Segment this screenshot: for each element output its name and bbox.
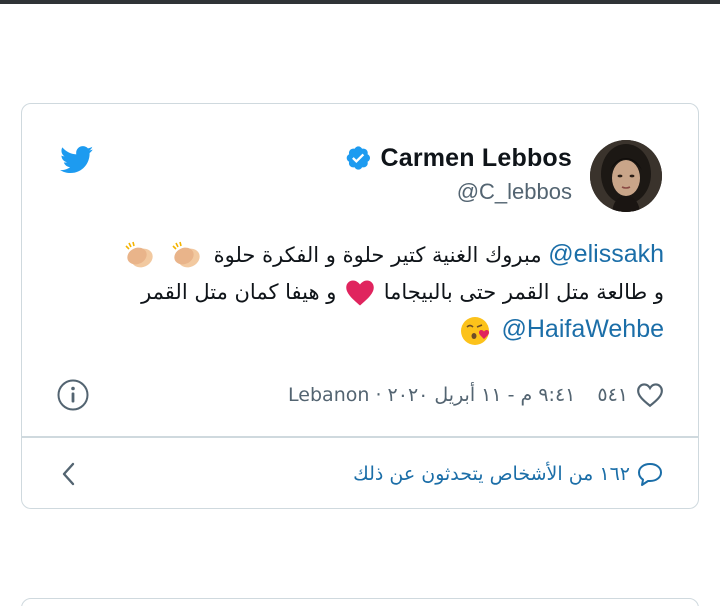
author-display-name[interactable]: Carmen Lebbos (380, 144, 572, 173)
like-count[interactable]: ٥٤١ (597, 384, 628, 406)
replies-text[interactable]: ١٦٢ من الأشخاص يتحدثون عن ذلك (353, 463, 630, 485)
tweet-line-2-text-before: و طالعة متل القمر حتى بالبيجاما (383, 280, 664, 304)
face-blowing-kiss-emoji (457, 315, 493, 347)
red-heart-emoji (345, 279, 375, 307)
next-tweet-card[interactable] (21, 598, 699, 606)
info-icon[interactable] (56, 378, 90, 412)
tweet-line-1-text: مبروك الغنية كتير حلوة و الفكرة حلوة (213, 243, 542, 267)
tweet-author-header[interactable]: Carmen Lebbos @C_lebbos (344, 142, 572, 205)
mention-elissakh[interactable]: @elissakh (548, 240, 664, 268)
replies-row: ١٦٢ من الأشخاص يتحدثون عن ذلك (56, 454, 664, 494)
tweet-embed-card[interactable]: Carmen Lebbos @C_lebbos @elissakh مبروك … (21, 103, 699, 509)
verified-badge-icon (347, 146, 371, 170)
tweet-line-2: و طالعة متل القمر حتى بالبيجاما و هيفا ك… (54, 274, 664, 311)
top-bar (0, 0, 720, 4)
heart-outline-icon[interactable] (636, 382, 664, 408)
like-and-time: ٥٤١ ٩:٤١ م - ١١ أبريل ٢٠٢٠ · Lebanon (288, 382, 664, 408)
tweet-line-2-text-after: و هيفا كمان متل القمر (141, 280, 337, 304)
mention-haifawehbe[interactable]: @HaifaWehbe (502, 315, 665, 343)
speech-bubble-icon (638, 463, 662, 486)
avatar[interactable] (590, 140, 662, 212)
tweet-line-3: @HaifaWehbe (54, 311, 664, 349)
twitter-bird-icon[interactable] (60, 146, 94, 174)
clapping-hands-emoji (122, 240, 158, 272)
clapping-hands-emoji (169, 240, 205, 272)
tweet-timestamp[interactable]: ٩:٤١ م - ١١ أبريل ٢٠٢٠ · Lebanon (288, 384, 575, 406)
tweet-text: @elissakh مبروك الغنية كتير حلوة و الفكر… (54, 236, 664, 349)
divider (22, 436, 698, 438)
tweet-meta-row: ٥٤١ ٩:٤١ م - ١١ أبريل ٢٠٢٠ · Lebanon (56, 378, 664, 412)
chevron-left-icon[interactable] (56, 459, 82, 489)
replies-link[interactable]: ١٦٢ من الأشخاص يتحدثون عن ذلك (353, 461, 664, 487)
tweet-line-1: @elissakh مبروك الغنية كتير حلوة و الفكر… (54, 236, 664, 274)
author-handle[interactable]: @C_lebbos (344, 179, 572, 205)
